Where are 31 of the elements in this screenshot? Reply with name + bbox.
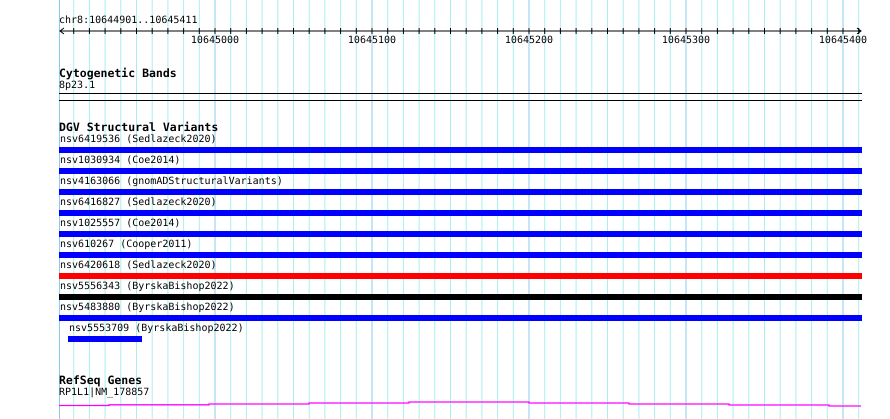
variant-label: nsv6419536 (Sedlazeck2020)	[59, 134, 218, 146]
variant-label: nsv6416827 (Sedlazeck2020)	[59, 197, 218, 209]
track-title: DGV Structural Variants	[59, 121, 220, 134]
variant-label: nsv5556343 (ByrskaBishop2022)	[59, 281, 236, 293]
variant-label: nsv4163066 (gnomADStructuralVariants)	[59, 176, 284, 188]
variant-bar[interactable]	[59, 189, 862, 195]
variant-bar[interactable]	[59, 147, 862, 153]
track-title: RefSeq Genes	[59, 374, 144, 387]
variant-bar[interactable]	[59, 315, 862, 321]
variant-label: nsv1025557 (Coe2014)	[59, 218, 182, 230]
variant-bar[interactable]	[59, 231, 862, 237]
ruler-label: 10645200	[504, 35, 554, 47]
variant-label: nsv6420618 (Sedlazeck2020)	[59, 260, 218, 272]
variant-label: nsv5483880 (ByrskaBishop2022)	[59, 302, 236, 314]
variant-bar[interactable]	[59, 210, 862, 216]
gene-label: RP1L1|NM_178857	[59, 387, 150, 399]
variant-bar[interactable]	[59, 294, 862, 300]
ruler-label: 10645400	[818, 35, 868, 47]
variant-bar[interactable]	[59, 273, 862, 279]
band-label: 8p23.1	[59, 80, 96, 92]
variant-bar[interactable]	[59, 252, 862, 258]
variant-bar[interactable]	[59, 168, 862, 174]
track-title: Cytogenetic Bands	[59, 67, 178, 80]
variant-label: nsv1030934 (Coe2014)	[59, 155, 182, 167]
ruler-label: 10645100	[348, 35, 396, 47]
ruler-label: 10645000	[190, 35, 240, 47]
variant-bar[interactable]	[68, 336, 142, 342]
variant-label: nsv5553709 (ByrskaBishop2022)	[68, 323, 245, 335]
location-text: chr8:10644901..10645411	[59, 14, 198, 27]
ruler-label: 10645300	[662, 35, 710, 47]
variant-label: nsv610267 (Cooper2011)	[59, 239, 194, 251]
